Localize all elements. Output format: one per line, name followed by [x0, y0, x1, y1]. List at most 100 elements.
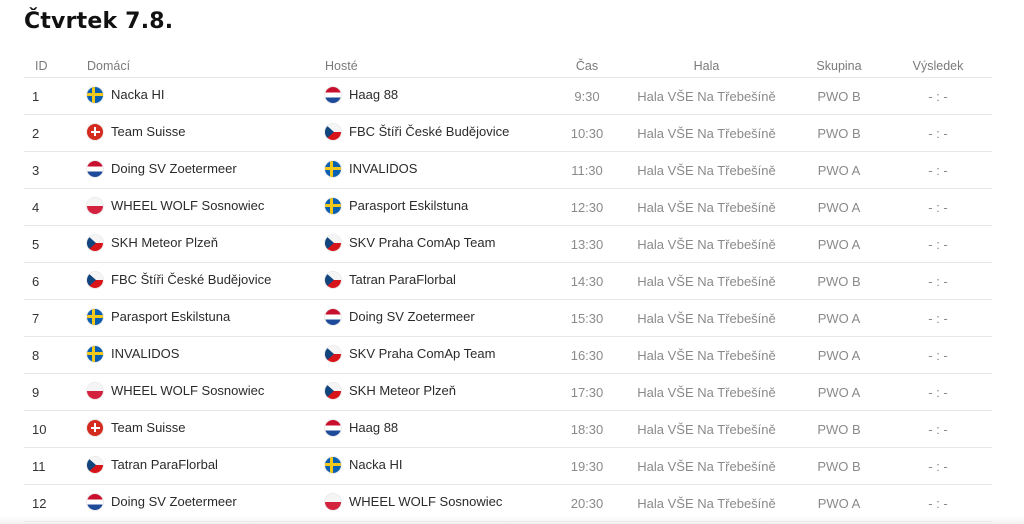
- column-header-group[interactable]: Skupina: [794, 54, 884, 78]
- table-row[interactable]: 8 INVALIDOS SKV Praha ComAp Team 16:30 Hala …: [24, 336, 992, 374]
- home-team-name[interactable]: WHEEL WOLF Sosnowiec: [111, 383, 264, 398]
- match-group: PWO B: [794, 447, 884, 485]
- away-team[interactable]: WHEEL WOLF Sosnowiec: [325, 493, 502, 510]
- home-team[interactable]: SKH Meteor Plzeň: [87, 234, 218, 251]
- flag-se-icon: [325, 197, 341, 214]
- match-time: 16:30: [555, 336, 619, 374]
- away-team-name[interactable]: INVALIDOS: [349, 161, 417, 176]
- home-team-name[interactable]: Nacka HI: [111, 87, 164, 102]
- home-team-name[interactable]: Doing SV Zoetermeer: [111, 161, 237, 176]
- home-team[interactable]: FBC Štíři České Budějovice: [87, 271, 271, 288]
- away-team-name[interactable]: Nacka HI: [349, 457, 402, 472]
- home-team-name[interactable]: INVALIDOS: [111, 346, 179, 361]
- home-team-name[interactable]: Doing SV Zoetermeer: [111, 494, 237, 509]
- match-time: 17:30: [555, 373, 619, 411]
- home-team[interactable]: WHEEL WOLF Sosnowiec: [87, 197, 264, 214]
- away-team-name[interactable]: Haag 88: [349, 87, 398, 102]
- away-team-name[interactable]: SKV Praha ComAp Team: [349, 235, 495, 250]
- home-team[interactable]: INVALIDOS: [87, 345, 179, 362]
- away-team[interactable]: Haag 88: [325, 419, 398, 436]
- away-team[interactable]: SKV Praha ComAp Team: [325, 234, 495, 251]
- away-team[interactable]: INVALIDOS: [325, 160, 417, 177]
- away-team-name[interactable]: Parasport Eskilstuna: [349, 198, 468, 213]
- away-team-cell[interactable]: INVALIDOS: [325, 151, 555, 189]
- match-id: 11: [24, 447, 87, 485]
- table-row[interactable]: 5 SKH Meteor Plzeň SKV Praha ComAp Team 13:…: [24, 225, 992, 263]
- home-team-cell[interactable]: SKH Meteor Plzeň: [87, 225, 325, 263]
- table-row[interactable]: 7 Parasport Eskilstuna Doing SV Zoetermeer…: [24, 299, 992, 337]
- away-team-cell[interactable]: FBC Štíři České Budějovice: [325, 114, 555, 152]
- table-row[interactable]: 2 Team Suisse FBC Štíři České Budějovice 10…: [24, 114, 992, 152]
- home-team[interactable]: Doing SV Zoetermeer: [87, 493, 237, 510]
- away-team-cell[interactable]: SKV Praha ComAp Team: [325, 336, 555, 374]
- home-team-cell[interactable]: WHEEL WOLF Sosnowiec: [87, 373, 325, 411]
- home-team[interactable]: Nacka HI: [87, 86, 164, 103]
- column-header-away[interactable]: Hosté: [325, 54, 555, 78]
- column-header-home[interactable]: Domácí: [87, 54, 325, 78]
- away-team[interactable]: Tatran ParaFlorbal: [325, 271, 456, 288]
- home-team[interactable]: WHEEL WOLF Sosnowiec: [87, 382, 264, 399]
- table-row[interactable]: 10 Team Suisse Haag 88 18:30 Hala VŠE Na Tře…: [24, 410, 992, 448]
- away-team-name[interactable]: Doing SV Zoetermeer: [349, 309, 475, 324]
- table-row[interactable]: 6 FBC Štíři České Budějovice Tatran ParaFl…: [24, 262, 992, 300]
- column-header-result[interactable]: Výsledek: [884, 54, 992, 78]
- home-team-cell[interactable]: Team Suisse: [87, 114, 325, 152]
- table-row[interactable]: 11 Tatran ParaFlorbal Nacka HI 19:30 Hala VŠ…: [24, 447, 992, 485]
- home-team-name[interactable]: Team Suisse: [111, 124, 185, 139]
- away-team-cell[interactable]: Nacka HI: [325, 447, 555, 485]
- match-hall: Hala VŠE Na Třebešíně: [619, 262, 794, 300]
- away-team-name[interactable]: Haag 88: [349, 420, 398, 435]
- home-team-cell[interactable]: WHEEL WOLF Sosnowiec: [87, 188, 325, 226]
- table-row[interactable]: 1 Nacka HI Haag 88 9:30 Hala VŠE Na Třebešín…: [24, 77, 992, 115]
- home-team[interactable]: Parasport Eskilstuna: [87, 308, 230, 325]
- away-team[interactable]: Haag 88: [325, 86, 398, 103]
- away-team-name[interactable]: WHEEL WOLF Sosnowiec: [349, 494, 502, 509]
- away-team[interactable]: Parasport Eskilstuna: [325, 197, 468, 214]
- column-header-time[interactable]: Čas: [555, 54, 619, 78]
- flag-cz-icon: [325, 345, 341, 362]
- home-team[interactable]: Team Suisse: [87, 123, 185, 140]
- away-team-cell[interactable]: SKH Meteor Plzeň: [325, 373, 555, 411]
- column-header-hall[interactable]: Hala: [619, 54, 794, 78]
- table-row[interactable]: 9 WHEEL WOLF Sosnowiec SKH Meteor Plzeň 17:…: [24, 373, 992, 411]
- home-team-name[interactable]: Team Suisse: [111, 420, 185, 435]
- home-team-name[interactable]: Tatran ParaFlorbal: [111, 457, 218, 472]
- match-group: PWO A: [794, 336, 884, 374]
- away-team[interactable]: Nacka HI: [325, 456, 402, 473]
- table-row[interactable]: 4 WHEEL WOLF Sosnowiec Parasport Eskilstun…: [24, 188, 992, 226]
- home-team-name[interactable]: Parasport Eskilstuna: [111, 309, 230, 324]
- away-team-name[interactable]: SKH Meteor Plzeň: [349, 383, 456, 398]
- home-team-cell[interactable]: Tatran ParaFlorbal: [87, 447, 325, 485]
- home-team-cell[interactable]: Parasport Eskilstuna: [87, 299, 325, 337]
- table-row[interactable]: 3 Doing SV Zoetermeer INVALIDOS 11:30 Hala V…: [24, 151, 992, 189]
- away-team-name[interactable]: Tatran ParaFlorbal: [349, 272, 456, 287]
- away-team-cell[interactable]: Haag 88: [325, 77, 555, 115]
- home-team[interactable]: Doing SV Zoetermeer: [87, 160, 237, 177]
- away-team-name[interactable]: FBC Štíři České Budějovice: [349, 124, 509, 139]
- away-team-cell[interactable]: Doing SV Zoetermeer: [325, 299, 555, 337]
- flag-cz-icon: [87, 456, 103, 473]
- away-team-cell[interactable]: Haag 88: [325, 410, 555, 448]
- home-team-cell[interactable]: Doing SV Zoetermeer: [87, 151, 325, 189]
- home-team-cell[interactable]: Nacka HI: [87, 77, 325, 115]
- home-team[interactable]: Tatran ParaFlorbal: [87, 456, 218, 473]
- match-id: 6: [24, 262, 87, 300]
- home-team-cell[interactable]: INVALIDOS: [87, 336, 325, 374]
- home-team-name[interactable]: SKH Meteor Plzeň: [111, 235, 218, 250]
- away-team[interactable]: SKV Praha ComAp Team: [325, 345, 495, 362]
- away-team-cell[interactable]: Tatran ParaFlorbal: [325, 262, 555, 300]
- away-team-cell[interactable]: Parasport Eskilstuna: [325, 188, 555, 226]
- column-header-id[interactable]: ID: [24, 54, 87, 78]
- away-team[interactable]: SKH Meteor Plzeň: [325, 382, 456, 399]
- away-team-name[interactable]: SKV Praha ComAp Team: [349, 346, 495, 361]
- home-team-name[interactable]: FBC Štíři České Budějovice: [111, 272, 271, 287]
- away-team[interactable]: Doing SV Zoetermeer: [325, 308, 475, 325]
- home-team-name[interactable]: WHEEL WOLF Sosnowiec: [111, 198, 264, 213]
- away-team-cell[interactable]: SKV Praha ComAp Team: [325, 225, 555, 263]
- match-group: PWO A: [794, 225, 884, 263]
- match-result: - : -: [884, 447, 992, 485]
- home-team-cell[interactable]: FBC Štíři České Budějovice: [87, 262, 325, 300]
- away-team[interactable]: FBC Štíři České Budějovice: [325, 123, 509, 140]
- home-team[interactable]: Team Suisse: [87, 419, 185, 436]
- home-team-cell[interactable]: Team Suisse: [87, 410, 325, 448]
